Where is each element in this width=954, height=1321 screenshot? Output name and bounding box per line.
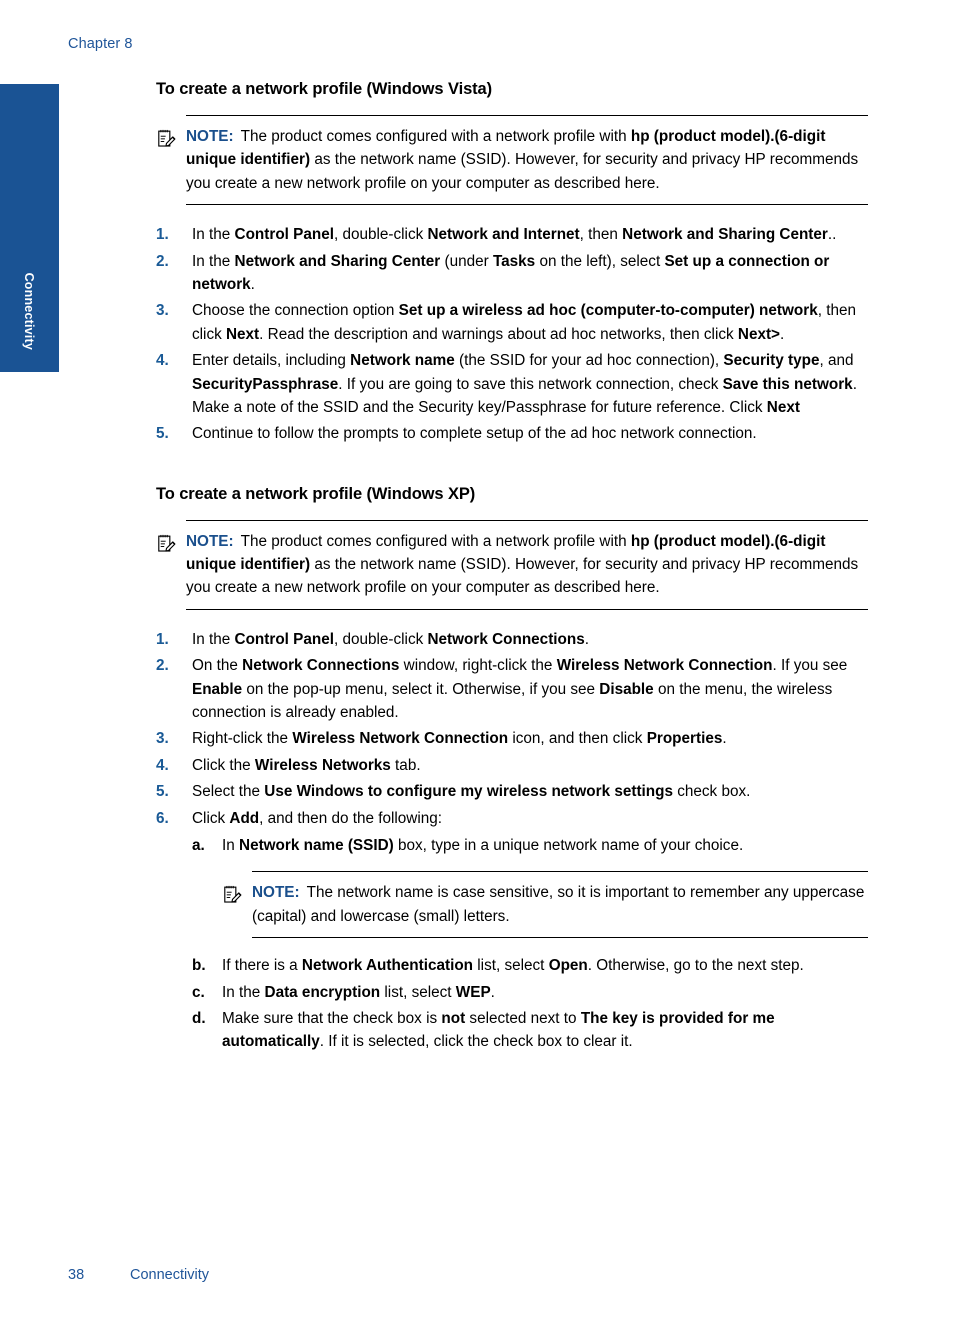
note-box: NOTE: The product comes configured with a…: [158, 519, 868, 610]
step-item: 1. In the Control Panel, double-click Net…: [156, 223, 868, 246]
substep-item: a. In Network name (SSID) box, type in a …: [192, 834, 868, 939]
substep-text: If there is a Network Authentication lis…: [222, 957, 804, 975]
note-label: NOTE:: [186, 532, 234, 550]
step-list: 1. In the Control Panel, double-click Net…: [156, 223, 868, 446]
page-content: To create a network profile (Windows Vis…: [156, 80, 868, 1057]
chapter-header: Chapter 8: [68, 36, 133, 52]
substep-text: In Network name (SSID) box, type in a un…: [222, 836, 744, 854]
step-text: Select the Use Windows to configure my w…: [192, 783, 751, 801]
step-marker: 3.: [156, 730, 169, 748]
step-text: In the Control Panel, double-click Netwo…: [192, 630, 589, 648]
note-body: NOTE: The product comes configured with a…: [186, 530, 868, 600]
note-body: NOTE: The product comes configured with a…: [186, 125, 868, 195]
substep-text: Make sure that the check box is not sele…: [222, 1009, 775, 1051]
step-text: Enter details, including Network name (t…: [192, 352, 857, 416]
step-marker: 4.: [156, 352, 169, 370]
step-marker: 3.: [156, 302, 169, 320]
step-text: Choose the connection option Set up a wi…: [192, 302, 856, 343]
step-text: On the Network Connections window, right…: [192, 657, 848, 722]
substep-list: a. In Network name (SSID) box, type in a …: [192, 834, 868, 1054]
note-label: NOTE:: [186, 128, 234, 145]
step-text: Click the Wireless Networks tab.: [192, 756, 421, 774]
substep-text: In the Data encryption list, select WEP.: [222, 983, 495, 1001]
note-inner: NOTE: The product comes configured with a…: [158, 125, 868, 195]
step-marker: 1.: [156, 630, 169, 648]
step-marker: 2.: [156, 252, 169, 270]
step-text: Click Add, and then do the following:: [192, 809, 443, 827]
nested-note-box: NOTE: The network name is case sensitive,…: [224, 871, 868, 939]
document-page: Chapter 8 Connectivity To create a netwo…: [0, 0, 954, 1321]
note-pencil-icon: [156, 533, 177, 554]
note-text: The network name is case sensitive, so i…: [252, 884, 865, 925]
step-item: 4. Click the Wireless Networks tab.: [156, 754, 868, 777]
step-marker: 4.: [156, 756, 169, 774]
side-tab-connectivity: Connectivity: [0, 84, 59, 372]
note-pencil-icon: [222, 884, 243, 905]
step-item: 5. Continue to follow the prompts to comp…: [156, 422, 868, 445]
step-item: 2. In the Network and Sharing Center (und…: [156, 250, 868, 297]
step-text: Right-click the Wireless Network Connect…: [192, 730, 727, 748]
step-marker: 5.: [156, 783, 169, 801]
step-text: In the Network and Sharing Center (under…: [192, 252, 830, 293]
step-item: 4. Enter details, including Network name …: [156, 349, 868, 419]
step-marker: 5.: [156, 425, 169, 443]
note-inner: NOTE: The product comes configured with a…: [158, 530, 868, 600]
section-heading: To create a network profile (Windows Vis…: [156, 80, 493, 98]
step-text: Continue to follow the prompts to comple…: [192, 425, 757, 443]
note-pencil-icon: [156, 128, 177, 149]
step-text: In the Control Panel, double-click Netwo…: [192, 226, 837, 244]
note-box: NOTE: The product comes configured with a…: [158, 115, 868, 206]
step-item: 3. Choose the connection option Set up a …: [156, 299, 868, 346]
note-text: The product comes configured with a netw…: [186, 128, 859, 192]
page-footer: 38 Connectivity: [68, 1267, 209, 1283]
step-marker: 1.: [156, 226, 169, 244]
substep-marker: c.: [192, 983, 205, 1001]
footer-section-label: Connectivity: [130, 1267, 209, 1283]
note-body: NOTE: The network name is case sensitive,…: [252, 881, 868, 928]
step-item: 1. In the Control Panel, double-click Net…: [156, 628, 868, 651]
substep-marker: d.: [192, 1009, 206, 1027]
step-marker: 2.: [156, 657, 169, 675]
footer-page-number: 38: [68, 1267, 85, 1283]
note-text: The product comes configured with a netw…: [186, 532, 859, 597]
step-item: 6. Click Add, and then do the following: a…: [156, 807, 868, 1054]
section-heading: To create a network profile (Windows XP): [156, 484, 476, 503]
step-marker: 6.: [156, 809, 169, 827]
substep-marker: b.: [192, 957, 206, 975]
step-item: 2. On the Network Connections window, rig…: [156, 654, 868, 724]
note-label: NOTE:: [252, 884, 300, 902]
step-item: 3. Right-click the Wireless Network Conne…: [156, 727, 868, 750]
step-item: 5. Select the Use Windows to configure my…: [156, 780, 868, 803]
note-inner: NOTE: The network name is case sensitive,…: [224, 881, 868, 928]
substep-item: d. Make sure that the check box is not se…: [192, 1007, 868, 1054]
side-tab-label: Connectivity: [22, 272, 37, 350]
substep-item: c. In the Data encryption list, select WE…: [192, 981, 868, 1004]
substep-item: b. If there is a Network Authentication l…: [192, 954, 868, 977]
substep-marker: a.: [192, 836, 205, 854]
step-list: 1. In the Control Panel, double-click Net…: [156, 628, 868, 1054]
